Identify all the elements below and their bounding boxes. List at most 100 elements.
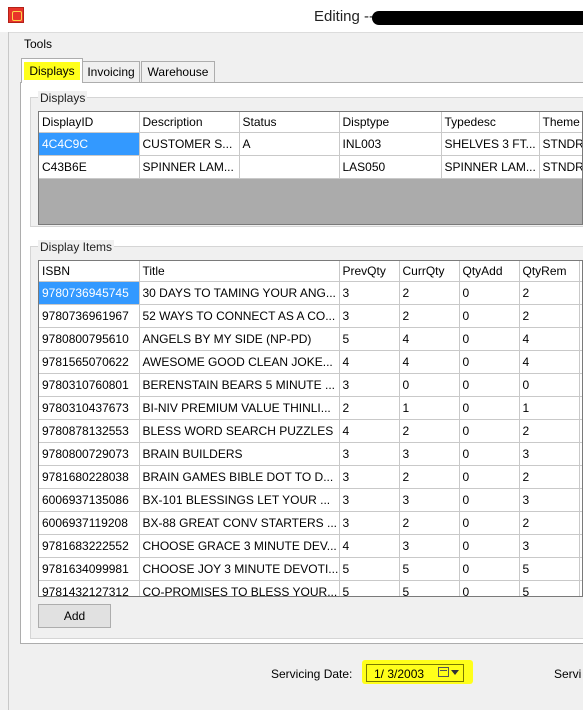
column-header[interactable]: PrevQty — [339, 261, 400, 282]
column-header[interactable]: Description — [139, 112, 240, 133]
column-header[interactable]: Theme — [539, 112, 582, 133]
table-cell[interactable]: BERENSTAIN BEARS 5 MINUTE ... — [139, 373, 340, 397]
table-cell[interactable]: ANGELS BY MY SIDE (NP-PD) — [139, 327, 340, 351]
table-cell[interactable]: 4 — [519, 327, 580, 351]
menu-tools[interactable]: Tools — [24, 37, 52, 51]
table-cell[interactable]: 0 — [459, 373, 520, 397]
table-cell[interactable]: 5 — [399, 580, 460, 596]
table-cell[interactable]: 3 — [339, 511, 400, 535]
table-cell[interactable]: 0 — [459, 442, 520, 466]
table-cell[interactable]: 5 — [339, 327, 400, 351]
table-cell[interactable]: 0 — [459, 465, 520, 489]
table-cell[interactable]: STNDR — [539, 132, 582, 156]
table-row[interactable]: 9780878132553 BLESS WORD SEARCH PUZZLES 4 2… — [39, 419, 582, 443]
column-header[interactable]: QtyAdd — [459, 261, 520, 282]
table-cell[interactable]: 0 — [459, 534, 520, 558]
tab-invoicing[interactable]: Invoicing — [82, 61, 140, 82]
calendar-icon[interactable] — [438, 667, 449, 677]
table-cell[interactable]: 0 — [459, 304, 520, 328]
table-cell[interactable]: SPINNER LAM... — [441, 155, 540, 179]
column-header[interactable]: Disptype — [339, 112, 442, 133]
table-cell[interactable]: 9780800729073 — [39, 442, 140, 466]
table-cell[interactable]: 6006937135086 — [39, 488, 140, 512]
table-cell[interactable]: 2 — [399, 304, 460, 328]
table-cell[interactable] — [239, 155, 340, 179]
table-cell[interactable]: 3 — [399, 534, 460, 558]
table-cell[interactable]: 0 — [399, 373, 460, 397]
table-cell[interactable]: 9780310760801 — [39, 373, 140, 397]
table-cell[interactable]: 5 — [339, 580, 400, 596]
table-row[interactable]: 9781680228038 BRAIN GAMES BIBLE DOT TO D.… — [39, 465, 582, 489]
table-cell[interactable]: 0 — [459, 488, 520, 512]
column-header[interactable]: Status — [239, 112, 340, 133]
table-cell[interactable]: 2 — [399, 281, 460, 305]
column-header[interactable]: CurrQty — [399, 261, 460, 282]
table-cell[interactable]: SPINNER LAM... — [139, 155, 240, 179]
table-cell[interactable]: 1 — [519, 396, 580, 420]
table-cell[interactable]: 4 — [519, 350, 580, 374]
table-cell[interactable]: STNDR — [539, 155, 582, 179]
table-cell[interactable]: 9780878132553 — [39, 419, 140, 443]
table-row[interactable]: 4C4C9C CUSTOMER S... A INL003 SHELVES 3 … — [39, 132, 582, 156]
table-cell[interactable]: 3 — [519, 488, 580, 512]
table-cell[interactable]: 2 — [399, 419, 460, 443]
table-cell[interactable]: LAS050 — [339, 155, 442, 179]
servicing-date-value[interactable]: 1/ 3/2003 — [374, 667, 424, 681]
table-cell[interactable]: 2 — [399, 465, 460, 489]
table-cell[interactable]: 0 — [459, 580, 520, 596]
table-cell[interactable]: 0 — [459, 396, 520, 420]
table-cell[interactable]: 4 — [339, 419, 400, 443]
table-cell[interactable]: 0 — [459, 350, 520, 374]
table-cell[interactable]: 30 DAYS TO TAMING YOUR ANG... — [139, 281, 340, 305]
table-cell[interactable]: 0 — [459, 419, 520, 443]
table-cell[interactable]: 3 — [339, 465, 400, 489]
table-cell[interactable]: CO-PROMISES TO BLESS YOUR... — [139, 580, 340, 596]
table-cell[interactable]: 1 — [399, 396, 460, 420]
table-row[interactable]: 9781432127312 CO-PROMISES TO BLESS YOUR..… — [39, 580, 582, 596]
table-cell[interactable]: C43B6E — [39, 155, 140, 179]
table-cell[interactable]: 5 — [339, 557, 400, 581]
table-row[interactable]: 9780736961967 52 WAYS TO CONNECT AS A CO.… — [39, 304, 582, 328]
table-cell[interactable]: 2 — [519, 281, 580, 305]
table-cell[interactable]: 9781565070622 — [39, 350, 140, 374]
table-cell[interactable]: BRAIN GAMES BIBLE DOT TO D... — [139, 465, 340, 489]
table-cell[interactable]: SHELVES 3 FT... — [441, 132, 540, 156]
column-header[interactable]: DisplayID — [39, 112, 140, 133]
table-cell[interactable]: 0 — [459, 327, 520, 351]
table-cell[interactable]: 9780310437673 — [39, 396, 140, 420]
table-cell[interactable]: 52 WAYS TO CONNECT AS A CO... — [139, 304, 340, 328]
table-cell[interactable]: 2 — [519, 419, 580, 443]
table-row[interactable]: 9780800795610 ANGELS BY MY SIDE (NP-PD) 5 4… — [39, 327, 582, 351]
column-header[interactable]: ISBN — [39, 261, 140, 282]
table-cell[interactable]: 9781432127312 — [39, 580, 140, 596]
table-cell[interactable]: 0 — [459, 281, 520, 305]
table-cell[interactable]: 2 — [519, 304, 580, 328]
add-button[interactable]: Add — [38, 604, 111, 628]
table-cell[interactable]: 9781634099981 — [39, 557, 140, 581]
table-cell[interactable]: 5 — [399, 557, 460, 581]
table-row[interactable]: 9780800729073 BRAIN BUILDERS 3 3 0 3 — [39, 442, 582, 466]
table-cell[interactable]: 9781683222552 — [39, 534, 140, 558]
table-cell[interactable]: 3 — [519, 534, 580, 558]
tab-warehouse[interactable]: Warehouse — [141, 61, 215, 82]
table-cell[interactable]: 3 — [339, 281, 400, 305]
table-cell[interactable]: 2 — [339, 396, 400, 420]
table-cell[interactable]: 3 — [339, 304, 400, 328]
table-cell[interactable]: 0 — [519, 373, 580, 397]
table-cell[interactable]: BI-NIV PREMIUM VALUE THINLI... — [139, 396, 340, 420]
table-cell[interactable]: 5 — [519, 580, 580, 596]
tab-displays-label[interactable]: Displays — [24, 62, 80, 80]
table-row[interactable]: 9780736945745 30 DAYS TO TAMING YOUR ANG.… — [39, 281, 582, 305]
table-cell[interactable]: 3 — [399, 488, 460, 512]
table-cell[interactable]: 4 — [399, 350, 460, 374]
table-row[interactable]: 6006937135086 BX-101 BLESSINGS LET YOUR .… — [39, 488, 582, 512]
table-cell[interactable]: 4 — [399, 327, 460, 351]
table-cell[interactable]: 2 — [399, 511, 460, 535]
table-row[interactable]: 9781683222552 CHOOSE GRACE 3 MINUTE DEV..… — [39, 534, 582, 558]
table-cell[interactable]: 4C4C9C — [39, 132, 140, 156]
table-cell[interactable]: AWESOME GOOD CLEAN JOKE... — [139, 350, 340, 374]
table-cell[interactable]: BX-88 GREAT CONV STARTERS ... — [139, 511, 340, 535]
table-cell[interactable]: 0 — [459, 557, 520, 581]
table-cell[interactable]: 3 — [519, 442, 580, 466]
column-header[interactable]: Title — [139, 261, 340, 282]
